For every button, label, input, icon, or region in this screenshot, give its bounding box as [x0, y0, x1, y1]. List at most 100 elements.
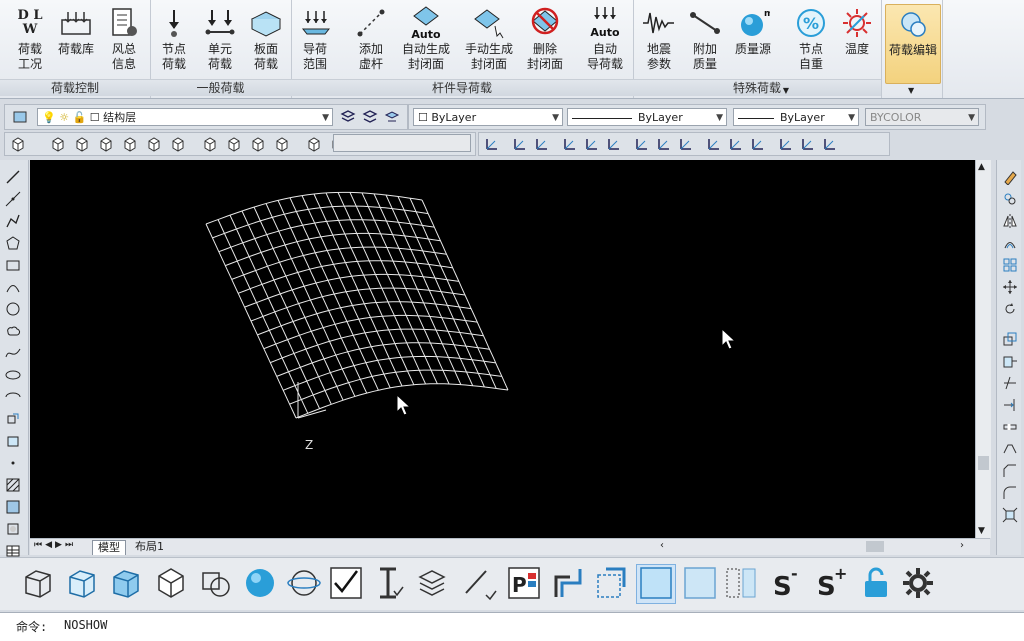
plate-load-button[interactable]: 板面 荷载 [238, 4, 294, 76]
ucs-tool-icon-9[interactable] [677, 135, 695, 153]
insert-block-icon[interactable] [4, 410, 22, 428]
chevron-down-icon[interactable]: ▼ [783, 86, 789, 95]
layer-match-icon[interactable] [361, 108, 379, 126]
nw-iso-icon[interactable] [273, 135, 291, 153]
vertical-scrollbar[interactable]: ▲ ▼ [975, 160, 991, 538]
ucs-tool-icon-15[interactable] [821, 135, 839, 153]
tab-nav-arrows[interactable]: ⏮◀▶⏭ [34, 540, 76, 550]
layer-properties-icon[interactable] [339, 108, 357, 126]
chevron-up-icon[interactable]: ▲ [978, 162, 985, 172]
chevron-right-icon[interactable]: › [960, 540, 964, 551]
fillet-icon[interactable] [1001, 484, 1019, 502]
chevron-left-icon[interactable]: ‹ [660, 540, 664, 551]
ucs-tool-icon-13[interactable] [777, 135, 795, 153]
blue-cube-button[interactable] [106, 564, 146, 604]
report-button[interactable]: P [504, 564, 544, 604]
add-virtual-bar-button[interactable]: 添加 虚杆 [343, 4, 399, 76]
mass-source-button[interactable]: m 质量源 [725, 4, 781, 76]
spline-icon[interactable] [4, 344, 22, 362]
rotate-icon[interactable] [1001, 300, 1019, 318]
polygon-icon[interactable] [4, 234, 22, 252]
ucs-tool-icon-4[interactable] [561, 135, 579, 153]
dashed-panel-button[interactable] [592, 564, 632, 604]
ucs-tool-icon-2[interactable] [511, 135, 529, 153]
mirror-icon[interactable] [1001, 212, 1019, 230]
right-view-icon[interactable] [121, 135, 139, 153]
lineweight-select[interactable]: ByLayer ▼ [733, 108, 859, 126]
manual-closed-face-button[interactable]: 手动生成 封闭面 [459, 4, 519, 76]
erase-icon[interactable] [1001, 168, 1019, 186]
stretch-icon[interactable] [1001, 352, 1019, 370]
pen-button[interactable] [460, 564, 500, 604]
ne-iso-icon[interactable] [249, 135, 267, 153]
camera-icon[interactable] [305, 135, 323, 153]
color-select[interactable]: ☐ ByLayer ▼ [413, 108, 563, 126]
left-view-icon[interactable] [97, 135, 115, 153]
s-minus-button[interactable]: S- [766, 564, 806, 604]
load-range-button[interactable]: 导荷 范围 [287, 4, 343, 76]
line-icon[interactable] [4, 168, 22, 186]
front-view-icon[interactable] [145, 135, 163, 153]
scroll-thumb[interactable] [978, 456, 989, 470]
hscroll-thumb[interactable] [866, 541, 884, 552]
sw-iso-icon[interactable] [201, 135, 219, 153]
array-icon[interactable] [1001, 256, 1019, 274]
linetype-select[interactable]: ByLayer ▼ [567, 108, 727, 126]
ucs-tool-icon-10[interactable] [705, 135, 723, 153]
move-icon[interactable] [1001, 278, 1019, 296]
panel-button[interactable] [680, 564, 720, 604]
view-combo[interactable] [333, 134, 471, 152]
chevron-down-icon[interactable]: ▼ [978, 526, 985, 536]
shaded-cube-button[interactable] [62, 564, 102, 604]
ucs-tool-icon-12[interactable] [749, 135, 767, 153]
layer-previous-icon[interactable] [383, 108, 401, 126]
ellipse-arc-icon[interactable] [4, 388, 22, 406]
ucs-tool-icon-1[interactable] [483, 135, 501, 153]
explode-icon[interactable] [1001, 506, 1019, 524]
sphere-button[interactable] [240, 564, 280, 604]
trim-icon[interactable] [1001, 374, 1019, 392]
command-line[interactable]: 命令: NOSHOW [0, 612, 1024, 641]
split-panel-button[interactable] [722, 564, 762, 604]
model-viewport[interactable]: Z [30, 160, 975, 538]
named-views-icon[interactable] [9, 135, 27, 153]
ellipse-icon[interactable] [4, 366, 22, 384]
panel-active-button[interactable] [636, 564, 676, 604]
copy-icon[interactable] [1001, 190, 1019, 208]
checkbox-button[interactable] [326, 564, 366, 604]
ucs-tool-icon-6[interactable] [605, 135, 623, 153]
rectangle-icon[interactable] [4, 256, 22, 274]
ucs-tool-icon-3[interactable] [533, 135, 551, 153]
break-icon[interactable] [1001, 418, 1019, 436]
i-beam-button[interactable] [370, 564, 410, 604]
bottom-view-icon[interactable] [73, 135, 91, 153]
ucs-tool-icon-14[interactable] [799, 135, 817, 153]
ucs-tool-icon-7[interactable] [633, 135, 651, 153]
s-plus-button[interactable]: S + [810, 564, 850, 604]
back-view-icon[interactable] [169, 135, 187, 153]
ring-sphere-button[interactable] [284, 564, 324, 604]
extend-icon[interactable] [1001, 396, 1019, 414]
arc-icon[interactable] [4, 278, 22, 296]
iso-cube-button[interactable] [151, 564, 191, 604]
construction-line-icon[interactable] [4, 190, 22, 208]
plotstyle-select[interactable]: BYCOLOR ▼ [865, 108, 979, 126]
temperature-button[interactable]: 温度 [829, 4, 885, 76]
ucs-tool-icon-8[interactable] [655, 135, 673, 153]
tab-model[interactable]: 模型 [92, 540, 126, 555]
settings-gear-button[interactable] [898, 564, 938, 604]
load-edit-button[interactable]: 荷载编辑 [885, 4, 941, 84]
chamfer-icon[interactable] [1001, 462, 1019, 480]
auto-closed-face-button[interactable]: Auto 自动生成 封闭面 [399, 4, 453, 76]
gradient-icon[interactable] [4, 498, 22, 516]
top-view-icon[interactable] [49, 135, 67, 153]
revision-cloud-icon[interactable] [4, 322, 22, 340]
delete-closed-face-button[interactable]: 删除 封闭面 [517, 4, 573, 76]
chevron-down-icon[interactable]: ▼ [908, 86, 914, 95]
layers-check-button[interactable] [414, 564, 454, 604]
hatch-icon[interactable] [4, 476, 22, 494]
region-icon[interactable] [4, 520, 22, 538]
join-icon[interactable] [1001, 440, 1019, 458]
ucs-tool-icon-11[interactable] [727, 135, 745, 153]
layer-select[interactable]: 💡 ☼ 🔓 ☐ 结构层 ▼ [37, 108, 333, 126]
